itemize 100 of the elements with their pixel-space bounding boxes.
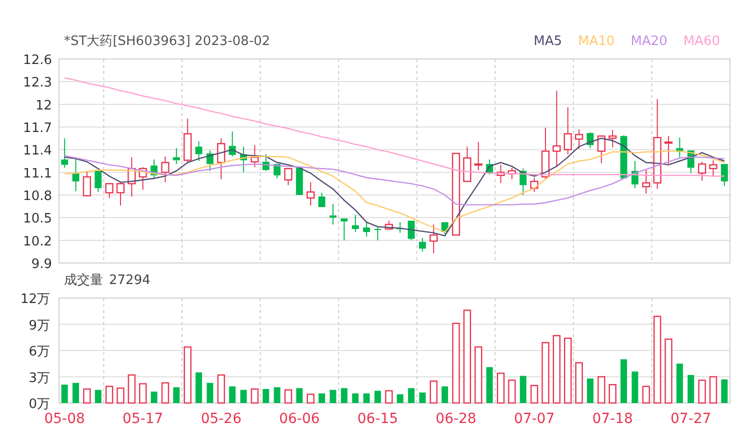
volume-bar: [262, 389, 270, 403]
date-label: 05-08: [44, 411, 85, 427]
volume-bar: [385, 390, 393, 404]
volume-bar: [721, 379, 728, 403]
volume-bar: [676, 364, 683, 403]
candlestick: [374, 226, 382, 241]
axis-label: 0万: [28, 397, 50, 412]
candlestick: [352, 214, 359, 233]
candlestick: [463, 146, 472, 182]
candlestick: [161, 156, 170, 183]
axis-label: 12.6: [23, 53, 52, 68]
candlestick: [574, 128, 584, 150]
volume-bar: [520, 376, 526, 403]
volume-bar: [173, 387, 180, 403]
volume-bar: [486, 367, 493, 403]
candlestick: [262, 154, 270, 172]
candlestick: [330, 204, 336, 225]
volume-title: 成交量: [64, 272, 103, 290]
volume-bar: [564, 338, 572, 404]
volume-bar: [318, 393, 326, 403]
legend-label: MA60: [683, 32, 720, 50]
legend-label: MA10: [578, 32, 615, 50]
candlestick: [530, 177, 538, 192]
date-label: 07-07: [514, 411, 555, 427]
volume-bar: [396, 394, 404, 403]
candlestick: [698, 161, 706, 182]
candlestick: [184, 118, 192, 164]
volume-bar: [598, 376, 606, 404]
volume-bar: [419, 392, 426, 403]
volume-bar: [530, 384, 538, 404]
volume-bar: [94, 390, 102, 403]
candlestick: [195, 140, 202, 162]
volume-bar: [408, 388, 415, 403]
axis-label: 10.5: [23, 212, 52, 227]
candlestick: [296, 167, 303, 196]
volume-bar: [274, 387, 280, 403]
volume-bar: [586, 378, 594, 403]
volume-bar: [575, 362, 583, 404]
volume-bar: [240, 390, 247, 403]
candlestick: [620, 134, 628, 180]
candlestick: [206, 150, 214, 172]
volume-bar: [363, 393, 370, 403]
candlestick: [274, 164, 281, 179]
volume-bar: [196, 372, 202, 403]
candlestick: [61, 138, 68, 168]
date-label: 06-15: [357, 411, 398, 427]
volume-bar: [128, 374, 136, 404]
axis-label: 12: [35, 98, 52, 114]
candlestick: [520, 168, 527, 196]
candlestick: [128, 156, 136, 197]
volume-bar: [105, 386, 114, 404]
volume-bar: [688, 375, 694, 403]
volume-bar: [206, 382, 214, 403]
candlestick: [172, 148, 180, 165]
date-label: 05-17: [122, 411, 164, 427]
candlestick: [419, 238, 426, 252]
volume-bar: [352, 393, 359, 403]
volume-bar: [150, 392, 158, 403]
candlestick: [720, 164, 728, 186]
volume-bar: [217, 374, 225, 404]
volume-bar: [61, 384, 68, 403]
volume-bar: [474, 346, 482, 404]
volume-bar: [330, 390, 336, 403]
candlestick: [384, 220, 393, 230]
candlestick: [105, 183, 114, 199]
axis-label: 9.9: [31, 257, 52, 272]
date-label: 07-27: [670, 411, 712, 427]
date-label: 06-28: [436, 411, 476, 427]
candlestick: [250, 144, 259, 168]
axis-label: 10.8: [23, 189, 52, 204]
volume-reading: 27294: [109, 272, 150, 290]
candlestick: [72, 156, 80, 192]
candlestick: [284, 168, 292, 186]
candlestick: [340, 218, 348, 241]
axis-label: 10.2: [23, 234, 52, 250]
volume-bar: [116, 388, 124, 404]
candlestick: [687, 150, 694, 174]
volume-bar: [698, 380, 706, 404]
volume-bar: [72, 382, 80, 403]
volume-bar: [296, 388, 303, 403]
axis-label: 11.4: [23, 144, 52, 159]
volume-bar: [552, 335, 560, 404]
candlestick: [709, 160, 718, 177]
candlestick: [318, 192, 326, 208]
candlestick: [474, 142, 482, 171]
candlestick: [228, 131, 236, 157]
candlestick: [508, 167, 516, 180]
candlestick: [430, 224, 438, 254]
volume-bar: [508, 380, 516, 404]
volume-bar: [709, 376, 718, 404]
axis-label: 11.7: [23, 121, 52, 136]
candlestick: [240, 146, 247, 173]
volume-bar: [608, 384, 616, 404]
axis-label: 6万: [28, 344, 50, 360]
candlestick: [116, 182, 125, 206]
volume-bar: [374, 390, 381, 403]
candlestick: [608, 130, 617, 148]
candlestick: [597, 134, 606, 164]
axis-label: 3万: [28, 370, 50, 386]
candlestick: [541, 127, 550, 180]
